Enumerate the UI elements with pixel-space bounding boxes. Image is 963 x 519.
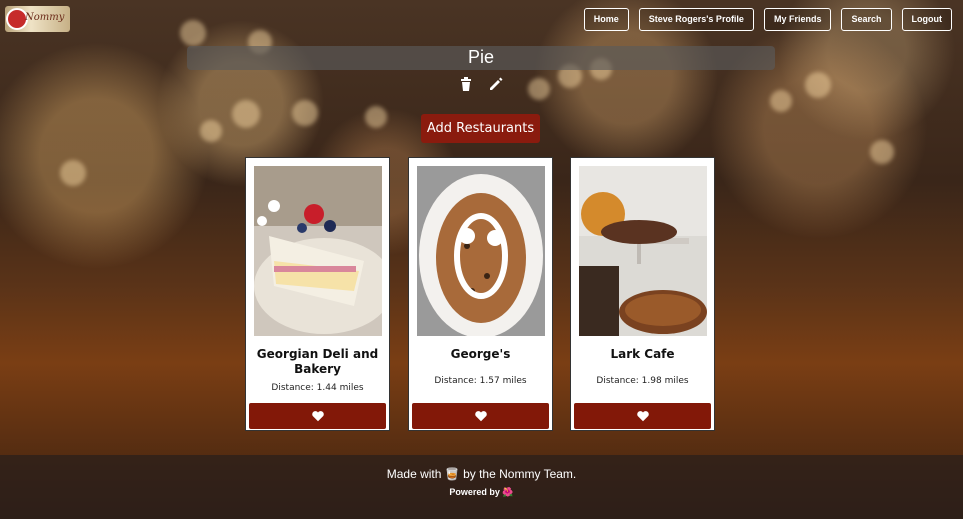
list-actions: [458, 76, 504, 92]
restaurant-distance: Distance: 1.98 miles: [596, 376, 689, 386]
restaurant-distance: Distance: 1.44 miles: [271, 383, 364, 393]
restaurant-card: Lark Cafe Distance: 1.98 miles: [570, 157, 715, 431]
powered-by-text: Powered by: [449, 487, 500, 497]
add-restaurants-button[interactable]: Add Restaurants: [421, 114, 540, 143]
restaurant-name: Georgian Deli and Bakery: [256, 347, 379, 376]
bokeh-light: [180, 20, 206, 46]
footer-made-with: Made with 🥃 by the Nommy Team.: [0, 467, 963, 481]
made-with-text: Made with: [386, 467, 442, 481]
bokeh-light: [365, 106, 387, 128]
bokeh-light: [232, 100, 260, 128]
nav-profile-button[interactable]: Steve Rogers's Profile: [638, 8, 754, 31]
restaurant-photo: [417, 166, 545, 338]
favorite-button[interactable]: [574, 403, 711, 429]
bokeh-light: [870, 140, 894, 164]
pencil-icon[interactable]: [488, 76, 504, 92]
bokeh-light: [528, 78, 550, 100]
flower-icon: 🌺: [502, 487, 514, 497]
favorite-button[interactable]: [412, 403, 549, 429]
restaurant-card: George's Distance: 1.57 miles: [408, 157, 553, 431]
restaurant-photo: [579, 166, 707, 336]
top-nav: Home Steve Rogers's Profile My Friends S…: [583, 8, 952, 31]
bokeh-light: [60, 160, 86, 186]
restaurant-name: Lark Cafe: [610, 347, 675, 361]
bokeh-light: [292, 100, 318, 126]
nav-search-button[interactable]: Search: [841, 8, 892, 31]
drink-icon: 🥃: [444, 467, 460, 481]
bokeh-light: [200, 120, 222, 142]
team-text: by the Nommy Team.: [463, 467, 577, 481]
bokeh-light: [770, 90, 792, 112]
restaurant-card: Georgian Deli and Bakery Distance: 1.44 …: [245, 157, 394, 431]
restaurant-photo: [254, 166, 394, 336]
heart-icon: [474, 411, 487, 422]
heart-icon: [636, 411, 649, 422]
trash-icon[interactable]: [458, 76, 474, 92]
logo-wordmark: Nommy: [25, 12, 65, 23]
nav-friends-button[interactable]: My Friends: [763, 8, 832, 31]
restaurant-distance: Distance: 1.57 miles: [434, 376, 527, 386]
footer-powered-by: Powered by 🌺: [0, 487, 963, 498]
nommy-logo[interactable]: Nommy: [5, 6, 70, 32]
nav-home-button[interactable]: Home: [583, 8, 629, 31]
restaurant-name: George's: [450, 347, 511, 361]
heart-icon: [311, 411, 324, 422]
list-title: Pie: [187, 46, 775, 70]
bokeh-light: [805, 72, 831, 98]
nav-logout-button[interactable]: Logout: [901, 8, 952, 31]
favorite-button[interactable]: [249, 403, 386, 429]
